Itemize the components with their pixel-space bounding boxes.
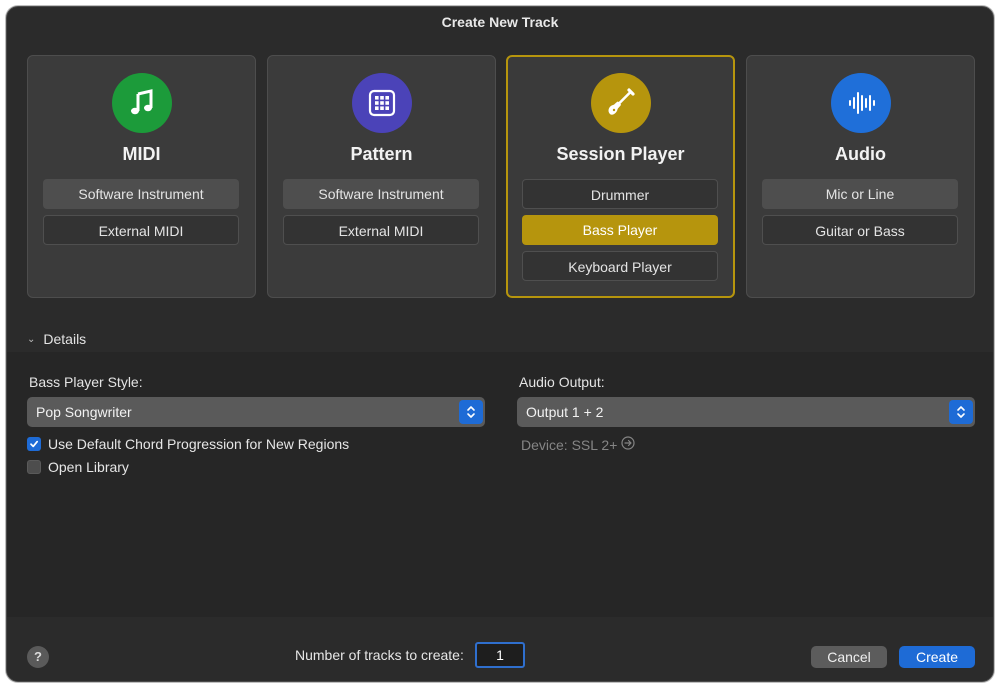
open-library-checkbox[interactable]: Open Library (27, 459, 129, 475)
option-software-instrument[interactable]: Software Instrument (283, 179, 479, 209)
option-guitar-or-bass[interactable]: Guitar or Bass (762, 215, 958, 245)
dialog-title: Create New Track (441, 14, 559, 30)
chevron-down-icon: ⌄ (27, 333, 36, 345)
dialog-footer: ? Number of tracks to create: 1 Cancel C… (7, 617, 993, 681)
checkbox-label: Use Default Chord Progression for New Re… (48, 436, 350, 452)
card-title: Pattern (350, 144, 413, 164)
details-disclosure[interactable]: ⌄ Details (27, 331, 86, 347)
audio-output-label: Audio Output: (519, 374, 605, 390)
grid-pads-icon (351, 73, 412, 133)
track-count-label: Number of tracks to create: (295, 647, 464, 663)
card-title: MIDI (122, 144, 161, 164)
details-label: Details (43, 331, 87, 347)
card-midi[interactable]: MIDI Software Instrument External MIDI (27, 55, 256, 298)
option-drummer[interactable]: Drummer (522, 179, 718, 209)
details-panel: Bass Player Style: Pop Songwriter Use De… (7, 352, 993, 617)
option-external-midi[interactable]: External MIDI (43, 215, 239, 245)
checkmark-icon (27, 437, 41, 451)
device-info[interactable]: Device: SSL 2+ (521, 436, 635, 453)
option-mic-or-line[interactable]: Mic or Line (762, 179, 958, 209)
waveform-icon (830, 73, 891, 133)
default-chord-progression-checkbox[interactable]: Use Default Chord Progression for New Re… (27, 436, 349, 452)
unchecked-box-icon (27, 460, 41, 474)
device-text: Device: SSL 2+ (521, 436, 618, 453)
cancel-button[interactable]: Cancel (811, 646, 887, 668)
popup-value: Pop Songwriter (36, 404, 132, 420)
option-bass-player[interactable]: Bass Player (522, 215, 718, 245)
checkbox-label: Open Library (48, 459, 129, 475)
up-down-chevron-icon (459, 400, 483, 424)
audio-output-popup[interactable]: Output 1 + 2 (517, 397, 975, 427)
card-pattern[interactable]: Pattern Software Instrument External MID… (267, 55, 496, 298)
create-button[interactable]: Create (899, 646, 975, 668)
popup-value: Output 1 + 2 (526, 404, 604, 420)
option-external-midi[interactable]: External MIDI (283, 215, 479, 245)
up-down-chevron-icon (949, 400, 973, 424)
card-session-player[interactable]: Session Player Drummer Bass Player Keybo… (506, 55, 735, 298)
card-title: Audio (835, 144, 886, 164)
music-note-icon (111, 73, 172, 133)
bass-player-style-label: Bass Player Style: (29, 374, 143, 390)
option-software-instrument[interactable]: Software Instrument (43, 179, 239, 209)
card-audio[interactable]: Audio Mic or Line Guitar or Bass (746, 55, 975, 298)
option-keyboard-player[interactable]: Keyboard Player (522, 251, 718, 281)
arrow-circle-right-icon[interactable] (621, 436, 635, 453)
help-button[interactable]: ? (27, 646, 49, 668)
bass-player-style-popup[interactable]: Pop Songwriter (27, 397, 485, 427)
track-count-input[interactable]: 1 (475, 642, 525, 668)
card-title: Session Player (556, 144, 685, 164)
guitar-icon (590, 73, 651, 133)
create-new-track-dialog: Create New Track MIDI Software Instrumen… (6, 6, 994, 682)
track-type-cards: MIDI Software Instrument External MIDI P… (27, 55, 975, 299)
